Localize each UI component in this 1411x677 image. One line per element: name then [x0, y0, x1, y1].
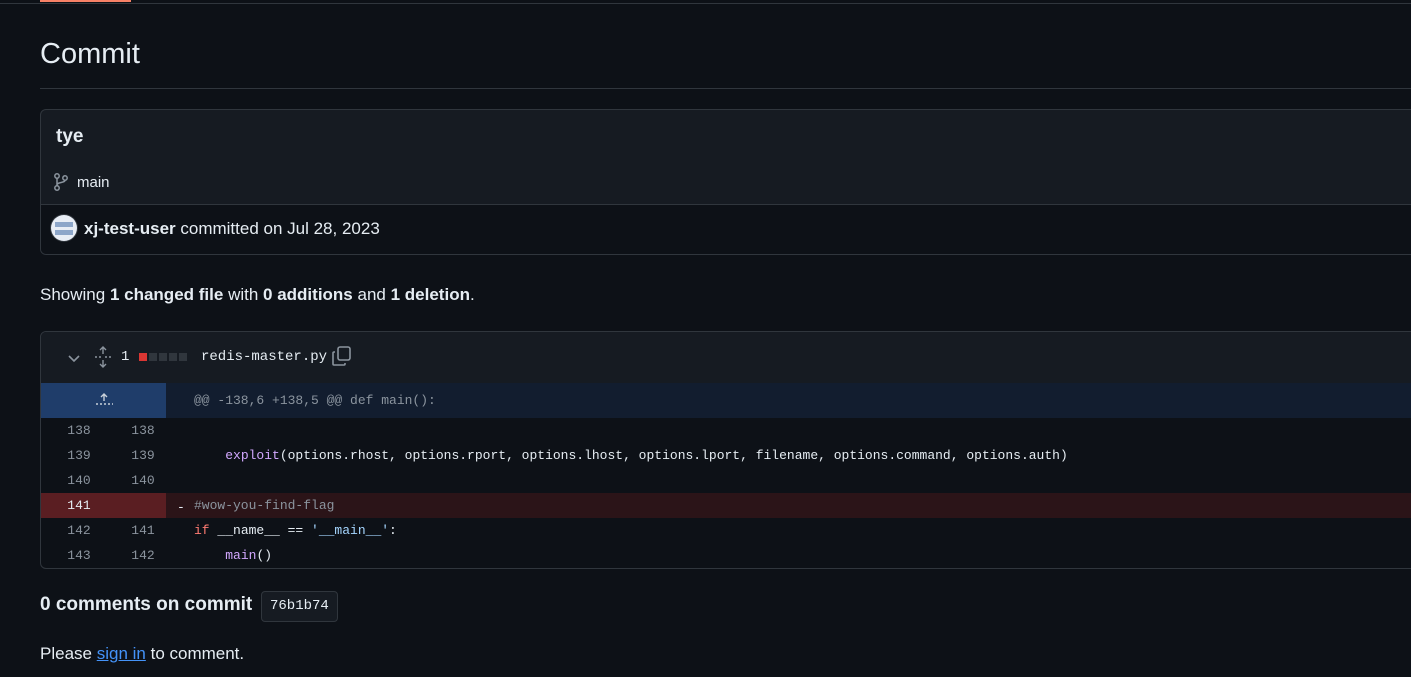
code-args: ()	[256, 548, 273, 563]
code-string: '__main__'	[311, 523, 390, 538]
summary-deletions: 1 deletion	[390, 285, 470, 304]
new-line-number[interactable]: 140	[113, 468, 173, 493]
diff-summary: Showing 1 changed file with 0 additions …	[40, 285, 475, 305]
old-line-number[interactable]: 140	[49, 468, 109, 493]
code-keyword: if	[194, 523, 210, 538]
active-tab-indicator	[40, 0, 131, 2]
avatar[interactable]	[51, 215, 77, 241]
sign-in-please: Please	[40, 644, 92, 663]
fold-up-icon	[96, 393, 113, 405]
diff-line: 142 141 if __name__ == '__main__':	[41, 518, 1411, 543]
divider	[40, 88, 1411, 89]
summary-with: with	[228, 285, 259, 304]
summary-and: and	[357, 285, 386, 304]
author-link[interactable]: xj-test-user	[84, 219, 176, 238]
new-line-number[interactable]: 142	[113, 543, 173, 568]
old-line-number[interactable]: 138	[49, 418, 109, 443]
code-colon: :	[389, 523, 397, 538]
top-nav-underline	[0, 0, 1411, 4]
change-count: 1	[121, 349, 130, 365]
code-line: if __name__ == '__main__':	[194, 518, 397, 543]
branch-info[interactable]: main	[53, 173, 110, 191]
sign-in-prompt: Please sign in to comment.	[40, 644, 244, 664]
diff-line: 139 139 exploit(options.rhost, options.r…	[41, 443, 1411, 468]
code-args: (options.rhost, options.rport, options.l…	[279, 448, 1068, 463]
file-header: 1 redis-master.py	[41, 332, 1411, 384]
diff-line: 143 142 main()	[41, 543, 1411, 568]
committed-date: committed on Jul 28, 2023	[180, 219, 380, 238]
commit-meta-text: xj-test-user committed on Jul 28, 2023	[84, 219, 380, 239]
branch-name[interactable]: main	[77, 174, 110, 191]
diffstat-block-neutral	[149, 353, 157, 361]
comments-heading: 0 comments on commit	[40, 594, 253, 615]
diffstat-block-deleted	[139, 353, 147, 361]
code-expression: __name__ ==	[209, 523, 312, 538]
old-line-number[interactable]: 139	[49, 443, 109, 468]
commit-message: tye	[56, 126, 84, 147]
diff-line: 138 138	[41, 418, 1411, 443]
sign-in-link[interactable]: sign in	[97, 644, 146, 663]
summary-additions: 0 additions	[263, 285, 353, 304]
diffstat-block-neutral	[169, 353, 177, 361]
diff-line-deleted: 141 - #wow-you-find-flag	[41, 493, 1411, 518]
file-diff: 1 redis-master.py @@ -138,6 +138,5 @@ de…	[40, 331, 1411, 569]
diff-line: 140 140	[41, 468, 1411, 493]
file-name[interactable]: redis-master.py	[201, 349, 327, 365]
old-line-number[interactable]: 142	[49, 518, 109, 543]
diffstat-block-neutral	[159, 353, 167, 361]
hunk-header-row: @@ -138,6 +138,5 @@ def main():	[41, 383, 1411, 418]
expand-up-button[interactable]	[41, 383, 166, 418]
commit-meta: xj-test-user committed on Jul 28, 2023	[41, 204, 1411, 254]
sign-in-suffix: to comment.	[150, 644, 245, 663]
git-branch-icon	[54, 173, 68, 191]
deletion-marker: -	[177, 500, 185, 515]
code-line: #wow-you-find-flag	[194, 498, 335, 513]
new-line-number[interactable]: 141	[113, 518, 173, 543]
old-line-number[interactable]: 143	[49, 543, 109, 568]
code-line: exploit(options.rhost, options.rport, op…	[194, 443, 1068, 468]
new-line-number[interactable]	[113, 493, 173, 518]
old-line-number[interactable]: 141	[49, 493, 109, 518]
code-function: exploit	[225, 448, 280, 463]
new-line-number[interactable]: 138	[113, 418, 173, 443]
summary-showing: Showing	[40, 285, 106, 304]
unfold-icon[interactable]	[94, 346, 112, 368]
diffstat-block-neutral	[179, 353, 187, 361]
hunk-header: @@ -138,6 +138,5 @@ def main():	[194, 393, 436, 408]
chevron-down-icon[interactable]	[66, 350, 82, 366]
code-function: main	[225, 548, 257, 563]
diffstat	[139, 353, 189, 361]
commit-info-box: tye main xj-test-user committed on Jul 2…	[40, 109, 1411, 255]
summary-end: .	[469, 285, 475, 304]
summary-files-changed: 1 changed file	[109, 285, 224, 304]
commit-sha: 76b1b74	[261, 591, 338, 622]
new-line-number[interactable]: 139	[113, 443, 173, 468]
page-title: Commit	[40, 38, 140, 70]
code-line: main()	[194, 543, 272, 568]
copy-icon[interactable]	[331, 345, 353, 367]
